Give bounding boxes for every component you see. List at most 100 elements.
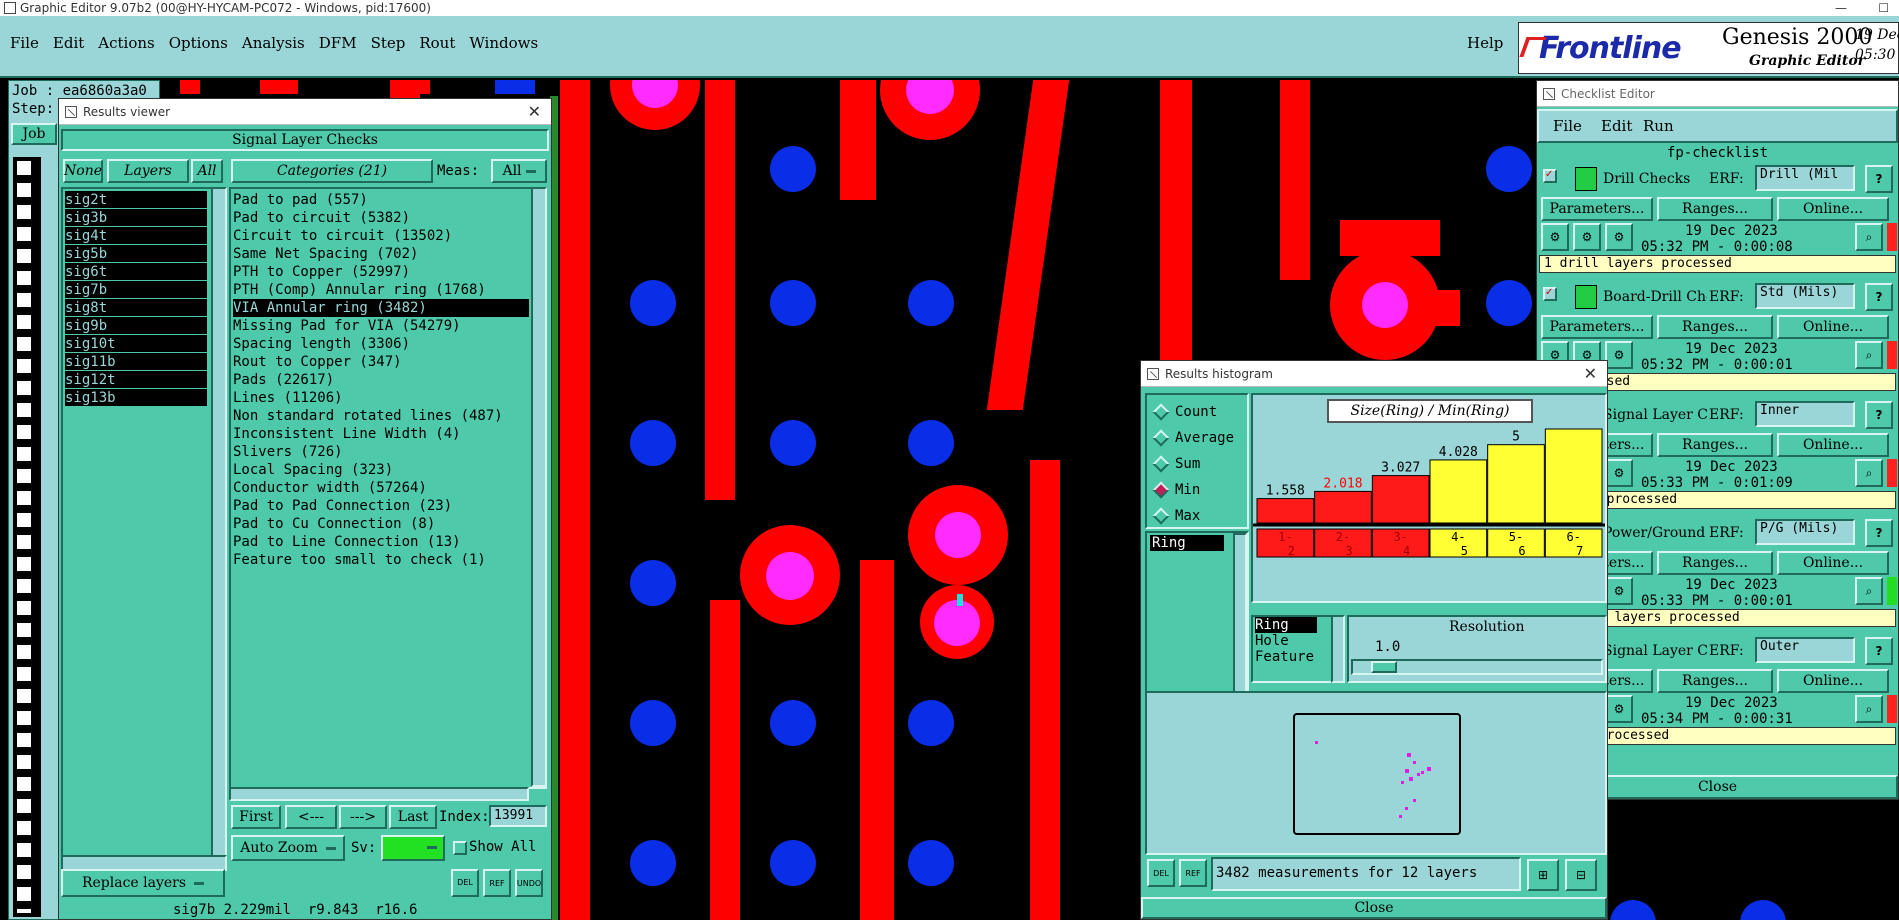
size-scrollbar[interactable] bbox=[1331, 615, 1345, 683]
category-item[interactable]: PTH to Copper (52997) bbox=[233, 263, 545, 281]
layer-item[interactable]: sig10t bbox=[65, 335, 207, 352]
size-item[interactable]: Ring bbox=[1255, 617, 1317, 633]
run-all-icon[interactable]: ⚙ bbox=[1573, 223, 1601, 251]
categories-list[interactable]: Pad to pad (557) Pad to circuit (5382) Cir… bbox=[229, 187, 547, 789]
results-icon[interactable]: ⚙ bbox=[1605, 695, 1633, 723]
menu-windows[interactable]: Windows bbox=[469, 34, 538, 52]
erf-input[interactable]: P/G (Mils) bbox=[1755, 519, 1855, 545]
ranges-button[interactable]: Ranges... bbox=[1657, 315, 1773, 339]
last-button[interactable]: Last bbox=[389, 805, 437, 829]
category-item[interactable]: Pad to circuit (5382) bbox=[233, 209, 545, 227]
auto-zoom-button[interactable]: Auto Zoom bbox=[231, 835, 345, 861]
histogram-bar[interactable] bbox=[1371, 475, 1430, 524]
menu-step[interactable]: Step bbox=[371, 34, 406, 52]
category-item[interactable]: Spacing length (3306) bbox=[233, 335, 545, 353]
check-name[interactable]: Drill Checks bbox=[1603, 171, 1707, 187]
histogram-bar[interactable] bbox=[1429, 459, 1488, 524]
close-icon[interactable]: ✕ bbox=[528, 102, 541, 121]
ref-button[interactable]: REF bbox=[483, 869, 511, 897]
sv-color-dropdown[interactable] bbox=[381, 835, 445, 861]
prev-button[interactable]: <--- bbox=[285, 805, 337, 829]
category-item[interactable]: Same Net Spacing (702) bbox=[233, 245, 545, 263]
category-item[interactable]: Feature too small to check (1) bbox=[233, 551, 545, 569]
histogram-bar[interactable] bbox=[1487, 444, 1545, 524]
close-icon[interactable]: ✕ bbox=[1584, 364, 1597, 383]
layer-item[interactable]: sig4t bbox=[65, 227, 207, 244]
layers-list[interactable]: sig2t sig3b sig4t sig5b sig6t sig7b sig8t sig9b… bbox=[61, 187, 227, 857]
erf-input[interactable]: Outer bbox=[1755, 637, 1855, 663]
parameters-button[interactable]: Parameters... bbox=[1541, 197, 1653, 221]
zoom-icon[interactable]: ⌕ bbox=[1855, 223, 1883, 251]
checklist-menu-run[interactable]: Run bbox=[1643, 117, 1674, 135]
results-icon[interactable]: ⚙ bbox=[1605, 577, 1633, 605]
help-icon[interactable]: ? bbox=[1865, 401, 1893, 429]
histogram-bar[interactable] bbox=[1256, 498, 1315, 524]
del-button[interactable]: DEL bbox=[451, 869, 479, 897]
category-item[interactable]: Local Spacing (323) bbox=[233, 461, 545, 479]
layer-item[interactable]: sig12t bbox=[65, 371, 207, 388]
meas-dropdown[interactable]: All bbox=[491, 159, 547, 183]
layer-item[interactable]: sig11b bbox=[65, 353, 207, 370]
histogram-bar[interactable] bbox=[1314, 490, 1372, 524]
size-list[interactable]: Ring Hole Feature bbox=[1251, 615, 1341, 683]
category-item[interactable]: Lines (11206) bbox=[233, 389, 545, 407]
results-icon[interactable]: ⚙ bbox=[1605, 223, 1633, 251]
category-item[interactable]: Pad to Cu Connection (8) bbox=[233, 515, 545, 533]
category-item[interactable]: Missing Pad for VIA (54279) bbox=[233, 317, 545, 335]
all-button[interactable]: All bbox=[191, 159, 223, 183]
undo-button[interactable]: UNDO bbox=[515, 869, 543, 897]
size-item[interactable]: Hole bbox=[1255, 633, 1339, 649]
layer-item[interactable]: sig7b bbox=[65, 281, 207, 298]
category-item[interactable]: Inconsistent Line Width (4) bbox=[233, 425, 545, 443]
categories-hscrollbar[interactable] bbox=[229, 787, 529, 801]
layer-item[interactable]: sig2t bbox=[65, 191, 207, 208]
category-item[interactable]: Pads (22617) bbox=[233, 371, 545, 389]
category-item[interactable]: Pad to Line Connection (13) bbox=[233, 533, 545, 551]
zoom-icon[interactable]: ⌕ bbox=[1855, 577, 1883, 605]
category-item[interactable]: VIA Annular ring (3482) bbox=[233, 299, 529, 317]
histogram-bar[interactable] bbox=[1544, 428, 1603, 524]
menu-rout[interactable]: Rout bbox=[419, 34, 455, 52]
category-item[interactable]: Conductor width (57264) bbox=[233, 479, 545, 497]
ranges-button[interactable]: Ranges... bbox=[1657, 551, 1773, 575]
mode-radio-min[interactable]: Min bbox=[1152, 477, 1247, 503]
category-item[interactable]: Rout to Copper (347) bbox=[233, 353, 545, 371]
results-icon[interactable]: ⚙ bbox=[1605, 459, 1633, 487]
layer-item[interactable]: sig9b bbox=[65, 317, 207, 334]
help-icon[interactable]: ? bbox=[1865, 283, 1893, 311]
menu-analysis[interactable]: Analysis bbox=[242, 34, 305, 52]
field-selected[interactable]: Ring bbox=[1150, 535, 1224, 551]
layer-item[interactable]: sig13b bbox=[65, 389, 207, 406]
checklist-menu-edit[interactable]: Edit bbox=[1601, 117, 1632, 135]
zoom-out-icon[interactable]: ⊟ bbox=[1565, 859, 1597, 891]
mode-radio-count[interactable]: Count bbox=[1152, 399, 1247, 425]
mode-radio-max[interactable]: Max bbox=[1152, 503, 1247, 529]
checklist-menu-file[interactable]: File bbox=[1553, 117, 1582, 135]
category-item[interactable]: Non standard rotated lines (487) bbox=[233, 407, 545, 425]
mode-radio-average[interactable]: Average bbox=[1152, 425, 1247, 451]
field-scrollbar[interactable] bbox=[1233, 533, 1247, 693]
index-input[interactable]: 13991 bbox=[489, 805, 547, 827]
menu-edit[interactable]: Edit bbox=[53, 34, 84, 52]
show-all-checkbox[interactable] bbox=[453, 841, 467, 855]
layer-item[interactable]: sig3b bbox=[65, 209, 207, 226]
layers-scrollbar[interactable] bbox=[211, 187, 227, 857]
zoom-icon[interactable]: ⌕ bbox=[1855, 459, 1883, 487]
zoom-icon[interactable]: ⌕ bbox=[1855, 695, 1883, 723]
menu-options[interactable]: Options bbox=[169, 34, 228, 52]
erf-input[interactable]: Std (Mils) bbox=[1755, 283, 1855, 309]
zoom-icon[interactable]: ⌕ bbox=[1855, 341, 1883, 369]
ranges-button[interactable]: Ranges... bbox=[1657, 197, 1773, 221]
ranges-button[interactable]: Ranges... bbox=[1657, 433, 1773, 457]
check-name[interactable]: Signal Layer Ch bbox=[1603, 407, 1707, 423]
online-button[interactable]: Online... bbox=[1777, 551, 1889, 575]
preview-del-button[interactable]: DEL bbox=[1147, 859, 1175, 887]
board-preview[interactable] bbox=[1145, 691, 1607, 855]
help-icon[interactable]: ? bbox=[1865, 637, 1893, 665]
online-button[interactable]: Online... bbox=[1777, 669, 1889, 693]
histogram-close-button[interactable]: Close bbox=[1141, 897, 1607, 919]
menu-dfm[interactable]: DFM bbox=[319, 34, 357, 52]
category-item[interactable]: Circuit to circuit (13502) bbox=[233, 227, 545, 245]
next-button[interactable]: ---> bbox=[339, 805, 387, 829]
first-button[interactable]: First bbox=[231, 805, 281, 829]
